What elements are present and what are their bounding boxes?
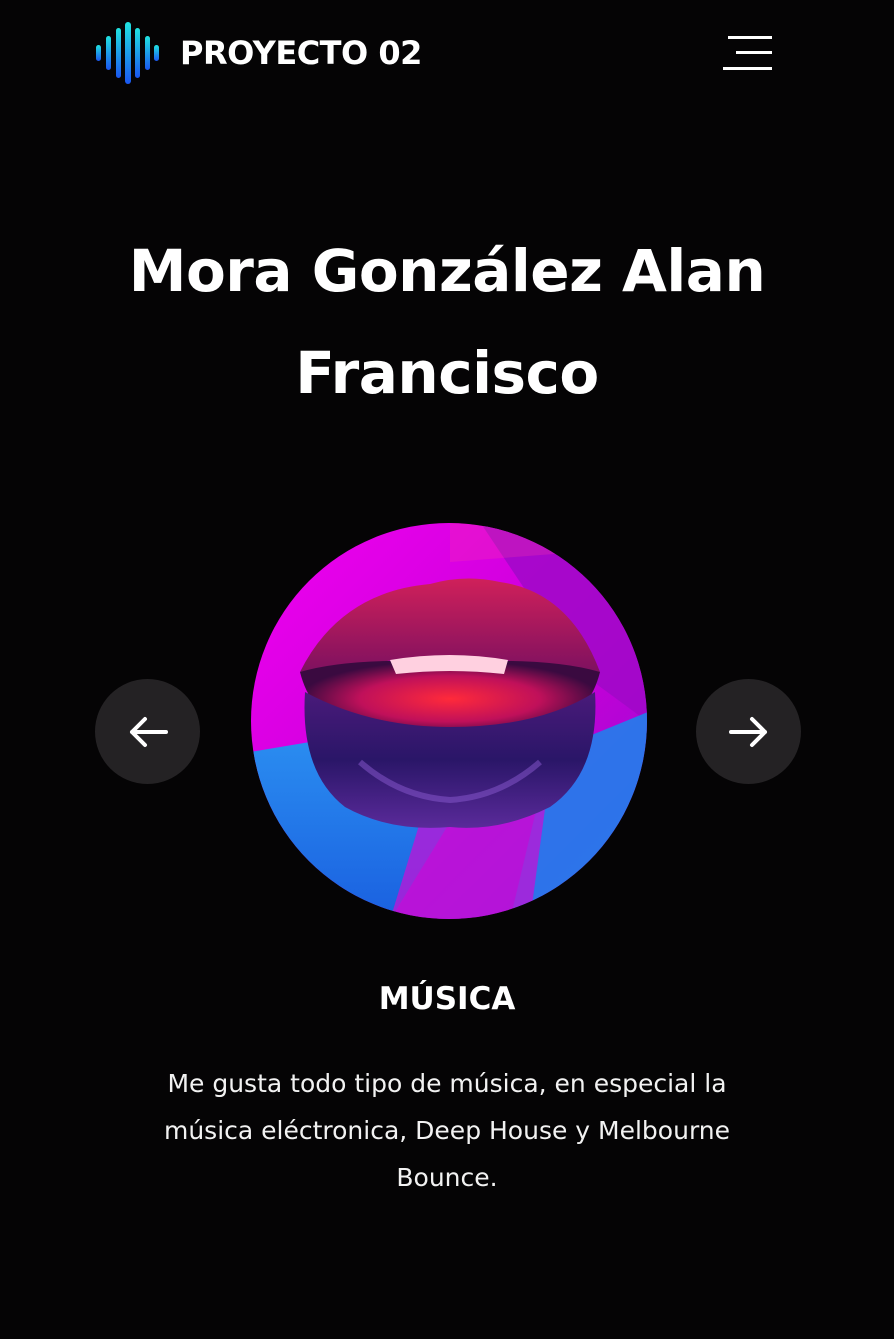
slide-image	[251, 523, 647, 919]
carousel-next-button[interactable]	[696, 679, 801, 784]
arrow-right-icon	[728, 716, 767, 747]
page-title: Mora González Alan Francisco	[128, 237, 766, 407]
carousel-prev-button[interactable]	[95, 679, 200, 784]
sound-wave-icon[interactable]	[95, 22, 159, 84]
slide-caption: MÚSICA	[378, 981, 516, 1017]
arrow-left-icon	[129, 716, 168, 747]
carousel	[0, 520, 894, 920]
hamburger-menu-icon[interactable]	[722, 34, 774, 72]
site-header: PROYECTO 02	[0, 0, 894, 110]
brand-name[interactable]: PROYECTO 02	[180, 33, 422, 73]
slide-description: Me gusta todo tipo de música, en especia…	[163, 1069, 731, 1192]
